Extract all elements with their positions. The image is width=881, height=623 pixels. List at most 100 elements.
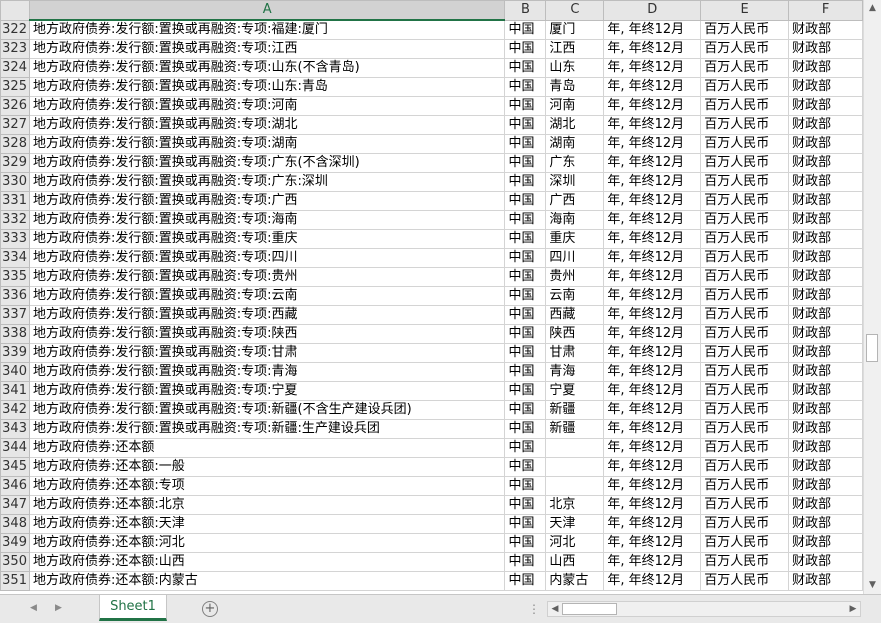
scroll-left-arrow-icon[interactable]: ◀: [548, 602, 562, 616]
cell-b[interactable]: 中国: [504, 115, 547, 135]
cell-f[interactable]: 财政部: [788, 457, 863, 477]
cell-a[interactable]: 地方政府债券:发行额:置换或再融资:专项:青海: [28, 362, 506, 382]
cell-a[interactable]: 地方政府债券:发行额:置换或再融资:专项:山东:青岛: [28, 77, 506, 97]
horizontal-scrollbar[interactable]: ◀ ▶: [547, 601, 861, 617]
cell-d[interactable]: 年, 年终12月: [603, 457, 702, 477]
cell-c[interactable]: 天津: [545, 514, 605, 534]
scroll-right-arrow-icon[interactable]: ▶: [846, 602, 860, 616]
row-number[interactable]: 332: [0, 210, 30, 230]
cell-d[interactable]: 年, 年终12月: [603, 267, 702, 287]
cell-f[interactable]: 财政部: [788, 58, 863, 78]
cell-a[interactable]: 地方政府债券:发行额:置换或再融资:专项:宁夏: [28, 381, 506, 401]
column-header-b[interactable]: B: [504, 0, 547, 21]
cell-f[interactable]: 财政部: [788, 400, 863, 420]
vertical-scrollbar[interactable]: ▲ ▼: [863, 0, 881, 594]
cell-f[interactable]: 财政部: [788, 248, 863, 268]
cell-c[interactable]: 海南: [545, 210, 605, 230]
cell-c[interactable]: 青海: [545, 362, 605, 382]
select-all-corner[interactable]: [0, 0, 30, 21]
cell-f[interactable]: 财政部: [788, 229, 863, 249]
cell-b[interactable]: 中国: [504, 362, 547, 382]
cell-a[interactable]: 地方政府债券:发行额:置换或再融资:专项:江西: [28, 39, 506, 59]
tab-split-handle-icon[interactable]: ⋮: [528, 602, 541, 616]
cell-a[interactable]: 地方政府债券:发行额:置换或再融资:专项:甘肃: [28, 343, 506, 363]
row-number[interactable]: 341: [0, 381, 30, 401]
cell-b[interactable]: 中国: [504, 19, 547, 40]
cell-d[interactable]: 年, 年终12月: [603, 77, 702, 97]
cell-b[interactable]: 中国: [504, 77, 547, 97]
row-number[interactable]: 333: [0, 229, 30, 249]
cell-c[interactable]: 广东: [545, 153, 605, 173]
cell-c[interactable]: 陕西: [545, 324, 605, 344]
row-number[interactable]: 345: [0, 457, 30, 477]
cell-a[interactable]: 地方政府债券:还本额:山西: [28, 552, 506, 572]
cell-c[interactable]: 山西: [545, 552, 605, 572]
cell-f[interactable]: 财政部: [788, 514, 863, 534]
cell-c[interactable]: 厦门: [545, 19, 605, 40]
cell-f[interactable]: 财政部: [788, 305, 863, 325]
cell-f[interactable]: 财政部: [788, 438, 863, 458]
cell-f[interactable]: 财政部: [788, 381, 863, 401]
cell-b[interactable]: 中国: [504, 324, 547, 344]
cell-e[interactable]: 百万人民币: [700, 134, 790, 154]
scroll-down-arrow-icon[interactable]: ▼: [864, 577, 881, 594]
cell-c[interactable]: 重庆: [545, 229, 605, 249]
cell-f[interactable]: 财政部: [788, 362, 863, 382]
cell-e[interactable]: 百万人民币: [700, 229, 790, 249]
cell-b[interactable]: 中国: [504, 210, 547, 230]
cell-b[interactable]: 中国: [504, 39, 547, 59]
row-number[interactable]: 343: [0, 419, 30, 439]
cell-d[interactable]: 年, 年终12月: [603, 343, 702, 363]
cell-b[interactable]: 中国: [504, 172, 547, 192]
cell-e[interactable]: 百万人民币: [700, 210, 790, 230]
cell-e[interactable]: 百万人民币: [700, 571, 790, 591]
cell-f[interactable]: 财政部: [788, 419, 863, 439]
cell-c[interactable]: [545, 457, 605, 477]
row-number[interactable]: 349: [0, 533, 30, 553]
cell-b[interactable]: 中国: [504, 248, 547, 268]
cell-e[interactable]: 百万人民币: [700, 476, 790, 496]
cell-f[interactable]: 财政部: [788, 476, 863, 496]
row-number[interactable]: 329: [0, 153, 30, 173]
cell-b[interactable]: 中国: [504, 153, 547, 173]
cell-e[interactable]: 百万人民币: [700, 533, 790, 553]
cell-d[interactable]: 年, 年终12月: [603, 286, 702, 306]
cell-f[interactable]: 财政部: [788, 172, 863, 192]
cell-b[interactable]: 中国: [504, 134, 547, 154]
cell-d[interactable]: 年, 年终12月: [603, 533, 702, 553]
row-number[interactable]: 325: [0, 77, 30, 97]
cell-d[interactable]: 年, 年终12月: [603, 191, 702, 211]
cell-e[interactable]: 百万人民币: [700, 305, 790, 325]
cell-a[interactable]: 地方政府债券:发行额:置换或再融资:专项:海南: [28, 210, 506, 230]
cell-d[interactable]: 年, 年终12月: [603, 571, 702, 591]
row-number[interactable]: 326: [0, 96, 30, 116]
cell-a[interactable]: 地方政府债券:发行额:置换或再融资:专项:山东(不含青岛): [28, 58, 506, 78]
row-number[interactable]: 339: [0, 343, 30, 363]
cell-f[interactable]: 财政部: [788, 533, 863, 553]
prev-sheet-icon[interactable]: ◀: [30, 603, 37, 613]
cell-d[interactable]: 年, 年终12月: [603, 248, 702, 268]
cell-c[interactable]: 内蒙古: [545, 571, 605, 591]
cell-c[interactable]: 广西: [545, 191, 605, 211]
cell-d[interactable]: 年, 年终12月: [603, 172, 702, 192]
cell-e[interactable]: 百万人民币: [700, 96, 790, 116]
cell-d[interactable]: 年, 年终12月: [603, 400, 702, 420]
cell-c[interactable]: [545, 438, 605, 458]
next-sheet-icon[interactable]: ▶: [55, 603, 62, 613]
row-number[interactable]: 344: [0, 438, 30, 458]
cell-a[interactable]: 地方政府债券:发行额:置换或再融资:专项:河南: [28, 96, 506, 116]
cell-e[interactable]: 百万人民币: [700, 172, 790, 192]
cell-f[interactable]: 财政部: [788, 134, 863, 154]
cell-d[interactable]: 年, 年终12月: [603, 438, 702, 458]
horizontal-scroll-thumb[interactable]: [562, 603, 617, 615]
cell-a[interactable]: 地方政府债券:发行额:置换或再融资:专项:福建:厦门: [28, 19, 506, 40]
cell-c[interactable]: 河北: [545, 533, 605, 553]
cell-f[interactable]: 财政部: [788, 115, 863, 135]
cell-f[interactable]: 财政部: [788, 495, 863, 515]
cell-b[interactable]: 中国: [504, 191, 547, 211]
sheet-tab-sheet1[interactable]: Sheet1: [99, 595, 167, 621]
cell-d[interactable]: 年, 年终12月: [603, 115, 702, 135]
cell-e[interactable]: 百万人民币: [700, 153, 790, 173]
cell-e[interactable]: 百万人民币: [700, 58, 790, 78]
cell-a[interactable]: 地方政府债券:发行额:置换或再融资:专项:新疆:生产建设兵团: [28, 419, 506, 439]
